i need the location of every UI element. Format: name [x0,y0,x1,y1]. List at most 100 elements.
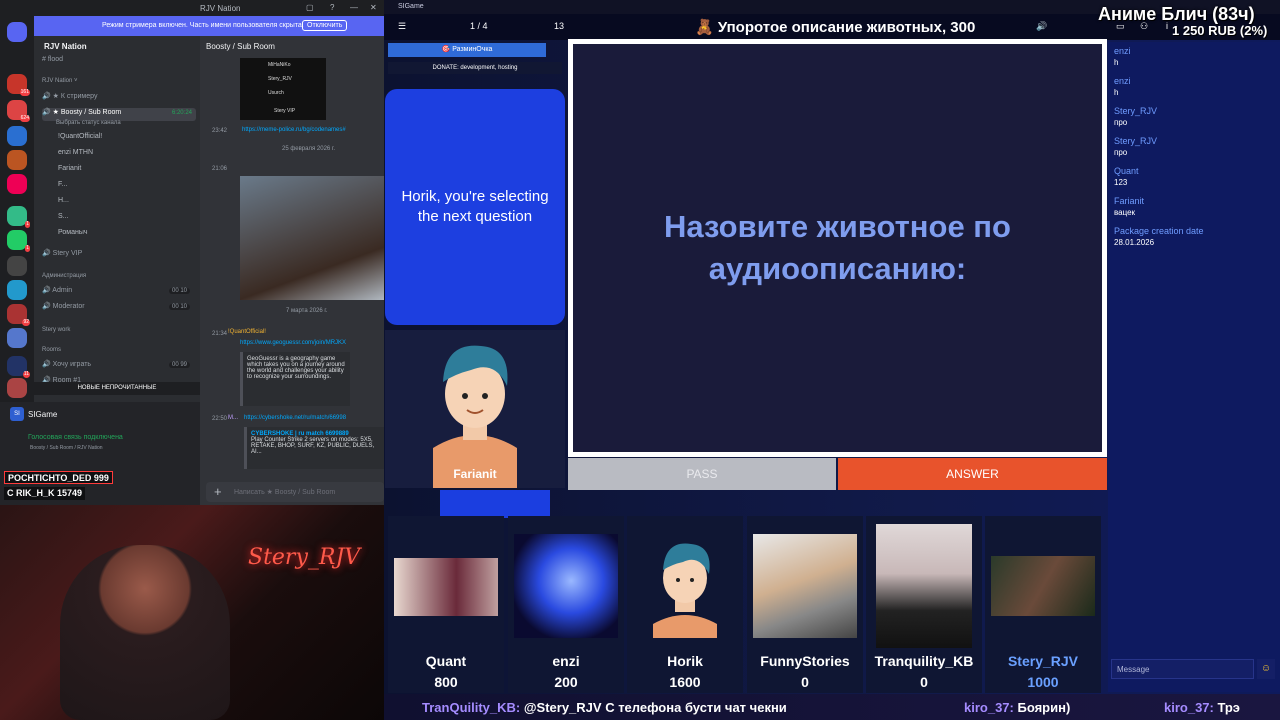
channel-stery-vip[interactable]: 🔊 Stery VIP [42,249,196,262]
help-icon[interactable]: ? [330,3,334,12]
player-name: Stery_RJV [1007,653,1079,669]
player-avatar [991,556,1095,616]
date-divider: 7 марта 2026 г. [286,308,328,314]
chat-panel: Boosty / Sub Room MiHaNiKo Stery_RJV Usu… [200,36,384,505]
message-link[interactable]: https://meme-police.ru/bg/codenames# [242,127,346,133]
voice-member[interactable]: F... [58,181,212,194]
server-icon[interactable]: 1 [7,206,30,228]
player-card[interactable]: FunnyStories 0 [747,516,863,693]
link-embed: CYBERSHOKE | ru match 6699889 Play Count… [244,427,384,469]
chat-message: 123 [1114,178,1128,187]
stream-title: Аниме Блич (83ч) [1098,4,1255,24]
category-stery-work[interactable]: Stery work [42,327,196,340]
chat-message: про [1114,118,1128,127]
ticker-message: kiro_37: Трэ [1164,700,1240,715]
new-unread-banner[interactable]: НОВЫЕ НЕПРОЧИТАННЫЕ [34,382,200,395]
player-name: FunnyStories [760,653,850,669]
player-name: Tranquility_KB [874,653,974,669]
player-avatar [753,534,857,638]
message-input[interactable]: + Написать ★ Boosty / Sub Room [206,482,384,502]
chat-author: Stery_RJV [1114,106,1158,116]
server-icon[interactable]: 92 [7,304,30,326]
chat-channel-title: Boosty / Sub Room [206,42,275,51]
disable-streamer-mode-button[interactable]: Отключить [302,20,348,31]
player-card[interactable]: Tranquility_KB 0 [866,516,982,693]
chat-author: Package creation date [1114,226,1204,236]
voice-member[interactable]: S... [58,213,212,226]
minimize-icon[interactable]: — [350,3,358,12]
question-board: Назовите животное по аудиоописанию: [568,39,1107,457]
turn-indicator [440,490,550,518]
chat-message: h [1114,88,1119,97]
plus-icon[interactable]: + [214,484,222,499]
discord-home-icon[interactable] [7,22,27,42]
server-icon[interactable] [7,378,27,398]
message-image[interactable] [240,176,384,300]
voice-member[interactable]: H... [58,197,212,210]
voice-member[interactable]: enzi MTHN [58,149,212,162]
channel-admin[interactable]: 🔊 Admin 00 10 [42,286,196,299]
showman-avatar [385,330,565,488]
server-icon[interactable] [7,328,27,348]
channel-moderator[interactable]: 🔊 Moderator 00 10 [42,302,196,315]
answer-button[interactable]: ANSWER [838,458,1107,490]
player-card[interactable]: Quant 800 [388,516,504,693]
menu-icon[interactable]: ☰ [398,21,406,32]
chat-message: про [1114,148,1128,157]
voice-member[interactable]: !QuantOfficial! [58,133,212,146]
question-number: 13 [554,21,565,31]
showman-label: 🎯 РазминОчка [388,43,546,57]
message-link[interactable]: https://cybershoke.net/ru/match/66998 [244,415,346,421]
player-card[interactable]: enzi 200 [508,516,624,693]
discord-app-title: RJV Nation [200,4,241,13]
inbox-icon[interactable]: ▢ [306,3,314,12]
category-administration[interactable]: Администрация [42,273,196,286]
streamer-camera [60,545,230,720]
chat-author: enzi [1114,46,1131,56]
message-author[interactable]: !QuantOfficial! [228,329,266,335]
server-icon[interactable]: 161 [7,74,30,96]
donate-link[interactable]: DONATE: development, hosting [388,62,562,74]
server-icon[interactable]: 11 [7,356,30,378]
server-icon[interactable] [7,256,27,276]
voice-status[interactable]: Голосовая связь подключена [28,434,123,441]
pass-button[interactable]: PASS [568,458,836,490]
voice-member[interactable]: Романыч [58,229,212,242]
channel-flood[interactable]: # flood [42,56,196,69]
server-icon[interactable] [7,126,27,146]
player-score: 800 [434,674,458,690]
emoji-icon[interactable]: ☺ [1257,659,1275,679]
ticker-message: TranQuility_KB: @Stery_RJV С телефона бу… [422,700,787,715]
close-icon[interactable]: ✕ [370,3,377,12]
message-author[interactable]: M... [228,415,238,421]
server-name[interactable]: RJV Nation [44,42,87,51]
server-icon[interactable] [7,174,27,194]
player-card[interactable]: Horik 1600 [627,516,743,693]
alert-badge: POCHTICHTO_DED 999 [4,471,113,484]
channel-status[interactable]: Выбрать статус канала [56,120,210,133]
message-link[interactable]: https://www.geoguessr.com/join/MRJKX [240,340,346,346]
server-icon[interactable]: 624 [7,100,30,122]
category-rooms[interactable]: Rooms [42,347,196,360]
neon-sign: Stery_RJV [248,545,361,570]
voice-path: Boosty / Sub Room / RJV Nation [30,445,103,451]
channel-to-streamer[interactable]: 🔊 ★ К стримеру [42,92,196,105]
voice-activity[interactable]: SIGame [28,410,57,419]
chat-author: Stery_RJV [1114,136,1158,146]
discord-titlebar: RJV Nation ▢ ? — ✕ [0,0,384,16]
player-card[interactable]: Stery_RJV 1000 [985,516,1101,693]
server-icon[interactable] [7,280,27,300]
channel-want-play[interactable]: 🔊 Хочу играть 00 99 [42,360,196,373]
server-icon[interactable]: 1 [7,230,30,252]
volume-icon[interactable]: 🔊 [1036,21,1047,32]
ticker-message: kiro_37: Боярин) [964,700,1071,715]
chat-input[interactable]: Message [1111,659,1254,679]
server-icon[interactable] [7,150,27,170]
player-name: Horik [667,653,703,669]
player-name: Quant [425,653,467,669]
voice-member[interactable]: Farianit [58,165,212,178]
player-avatar [394,558,498,616]
category-rjv-nation[interactable]: RJV Nation ˅ [42,78,196,91]
streamer-mode-banner: Режим стримера включен. Часть имени поль… [34,16,384,36]
webcam-overlay: Stery_RJV [0,505,384,720]
